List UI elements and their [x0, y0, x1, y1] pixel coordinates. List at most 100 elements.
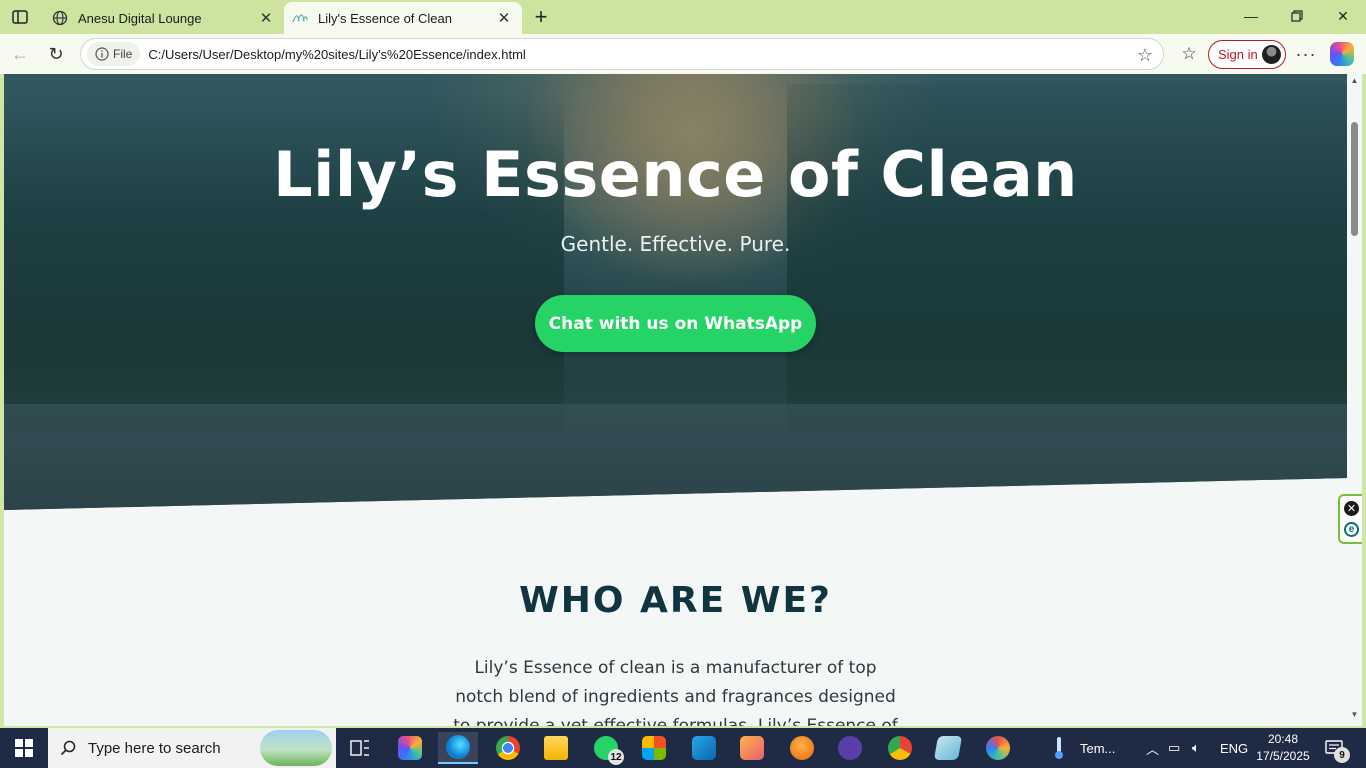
task-view-button[interactable] [340, 732, 380, 764]
page-viewport: Lily’s Essence of Clean Gentle. Effectiv… [4, 74, 1347, 726]
avatar [1262, 45, 1281, 64]
battery-icon: ▭ [1168, 740, 1181, 755]
whatsapp-taskbar-button[interactable]: 12 [586, 732, 626, 765]
info-icon [95, 47, 109, 61]
fl-studio-taskbar-button[interactable] [782, 732, 822, 764]
close-tab-icon[interactable]: ✕ [494, 8, 514, 28]
tab-title: Lily's Essence of Clean [318, 10, 452, 26]
search-highlight-image [260, 730, 332, 766]
about-paragraph: Lily’s Essence of clean is a manufacture… [453, 658, 898, 726]
taskbar-search-box[interactable]: Type here to search [48, 728, 336, 768]
notes-icon [933, 736, 963, 760]
address-bar[interactable]: File C:/Users/User/Desktop/my%20sites/Li… [80, 38, 1164, 70]
copilot-app-icon [398, 736, 422, 760]
speaker-icon: 🔈︎ [1192, 740, 1200, 755]
tab-anesu-digital-lounge[interactable]: Anesu Digital Lounge ✕ [44, 2, 284, 34]
chrome-taskbar-button[interactable] [488, 732, 528, 764]
task-view-icon [350, 740, 369, 756]
refresh-icon: ↻ [48, 43, 64, 64]
extension-e-icon[interactable]: e [1344, 522, 1359, 537]
whatsapp-unread-badge: 12 [608, 749, 624, 765]
notification-center-button[interactable]: 9 [1322, 736, 1350, 763]
back-button[interactable]: ← [6, 40, 34, 68]
refresh-button[interactable]: ↻ [42, 40, 70, 68]
browser-window: Anesu Digital Lounge ✕ Lily's Essence of… [0, 0, 1366, 728]
close-window-button[interactable]: ✕ [1320, 0, 1366, 32]
github-taskbar-button[interactable] [830, 732, 870, 764]
clock-time: 20:48 [1267, 732, 1299, 746]
windows-taskbar: Type here to search 12 Tem... ︿ ▭ 🔈︎ ENG… [0, 728, 1366, 768]
favorite-star-icon[interactable]: ☆ [1135, 45, 1155, 65]
more-options-button[interactable]: ··· [1292, 40, 1320, 68]
tab-actions-button[interactable] [6, 4, 34, 30]
whatsapp-chat-button[interactable]: Chat with us on WhatsApp [535, 295, 816, 352]
favorites-icon: ☆ [1181, 44, 1197, 63]
start-button[interactable] [0, 728, 48, 768]
tab-title: Anesu Digital Lounge [78, 10, 202, 26]
weather-widget[interactable]: Tem... [1052, 728, 1115, 768]
edge-taskbar-button[interactable] [438, 732, 478, 764]
close-widget-icon[interactable]: ✕ [1344, 501, 1359, 516]
folder-icon [544, 736, 568, 760]
extension-side-widget: ✕ e [1338, 494, 1362, 544]
fruit-icon [790, 736, 814, 760]
paint-taskbar-button[interactable] [978, 732, 1018, 764]
chrome-icon [496, 736, 520, 760]
store-taskbar-button[interactable] [634, 732, 674, 764]
restore-button[interactable] [1274, 0, 1320, 32]
hero-title: Lily’s Essence of Clean [273, 138, 1078, 211]
scrollbar-thumb[interactable] [1351, 122, 1358, 236]
clock-date: 17/5/2025 [1256, 749, 1310, 763]
edge-icon [446, 735, 470, 759]
chevron-up-icon: ︿ [1146, 741, 1160, 757]
volume-button[interactable]: 🔈︎ [1192, 728, 1200, 768]
outlook-icon [692, 736, 716, 760]
new-tab-button[interactable]: + [528, 4, 554, 30]
file-explorer-button[interactable] [536, 732, 576, 764]
close-icon: ✕ [1337, 7, 1349, 24]
thermometer-icon [1055, 737, 1063, 759]
favorites-button[interactable]: ☆ [1176, 40, 1202, 68]
scroll-down-arrow-icon[interactable]: ▼ [1350, 710, 1359, 719]
chrome-profile-taskbar-button[interactable] [880, 732, 920, 764]
site-favicon-icon [292, 10, 308, 26]
url-text[interactable]: C:/Users/User/Desktop/my%20sites/Lily's%… [148, 47, 525, 62]
more-dots-icon: ··· [1295, 43, 1317, 64]
vertical-scrollbar[interactable]: ▲ ▼ [1347, 74, 1362, 726]
copilot-taskbar-button[interactable] [390, 732, 430, 764]
site-info-chip[interactable]: File [87, 42, 141, 66]
notes-taskbar-button[interactable] [928, 732, 968, 764]
language-indicator[interactable]: ENG [1220, 728, 1248, 768]
windows-logo-icon [15, 739, 33, 757]
copilot-icon[interactable] [1330, 42, 1354, 66]
show-hidden-icons-button[interactable]: ︿ [1146, 728, 1159, 768]
weather-label: Tem... [1080, 740, 1116, 756]
chrome-profile-icon [888, 736, 912, 760]
close-tab-icon[interactable]: ✕ [256, 8, 276, 28]
github-icon [838, 736, 862, 760]
notification-count-badge: 9 [1334, 747, 1350, 763]
outlook-taskbar-button[interactable] [684, 732, 724, 764]
back-arrow-icon: ← [11, 43, 29, 64]
microsoft-store-icon [642, 736, 666, 760]
plus-icon: + [534, 4, 548, 29]
search-placeholder: Type here to search [88, 739, 221, 757]
language-label: ENG [1220, 740, 1249, 756]
minimize-icon: — [1244, 8, 1258, 24]
paint-icon [986, 736, 1010, 760]
hero-subtitle: Gentle. Effective. Pure. [560, 232, 791, 256]
file-label: File [113, 47, 133, 61]
scroll-up-arrow-icon[interactable]: ▲ [1350, 76, 1359, 85]
sign-in-button[interactable]: Sign in [1208, 40, 1286, 69]
tab-actions-icon [12, 10, 28, 24]
media-player-icon [740, 736, 764, 760]
tab-strip: Anesu Digital Lounge ✕ Lily's Essence of… [0, 0, 1366, 34]
section-title: WHO ARE WE? [519, 580, 832, 621]
battery-indicator[interactable]: ▭ [1168, 728, 1180, 768]
tab-lilys-essence-of-clean[interactable]: Lily's Essence of Clean ✕ [284, 2, 522, 34]
browser-toolbar: ← ↻ File C:/Users/User/Desktop/my%20site… [0, 34, 1366, 74]
media-player-taskbar-button[interactable] [732, 732, 772, 764]
clock[interactable]: 20:48 17/5/2025 [1255, 731, 1311, 765]
minimize-button[interactable]: — [1228, 0, 1274, 32]
globe-icon [52, 10, 68, 26]
